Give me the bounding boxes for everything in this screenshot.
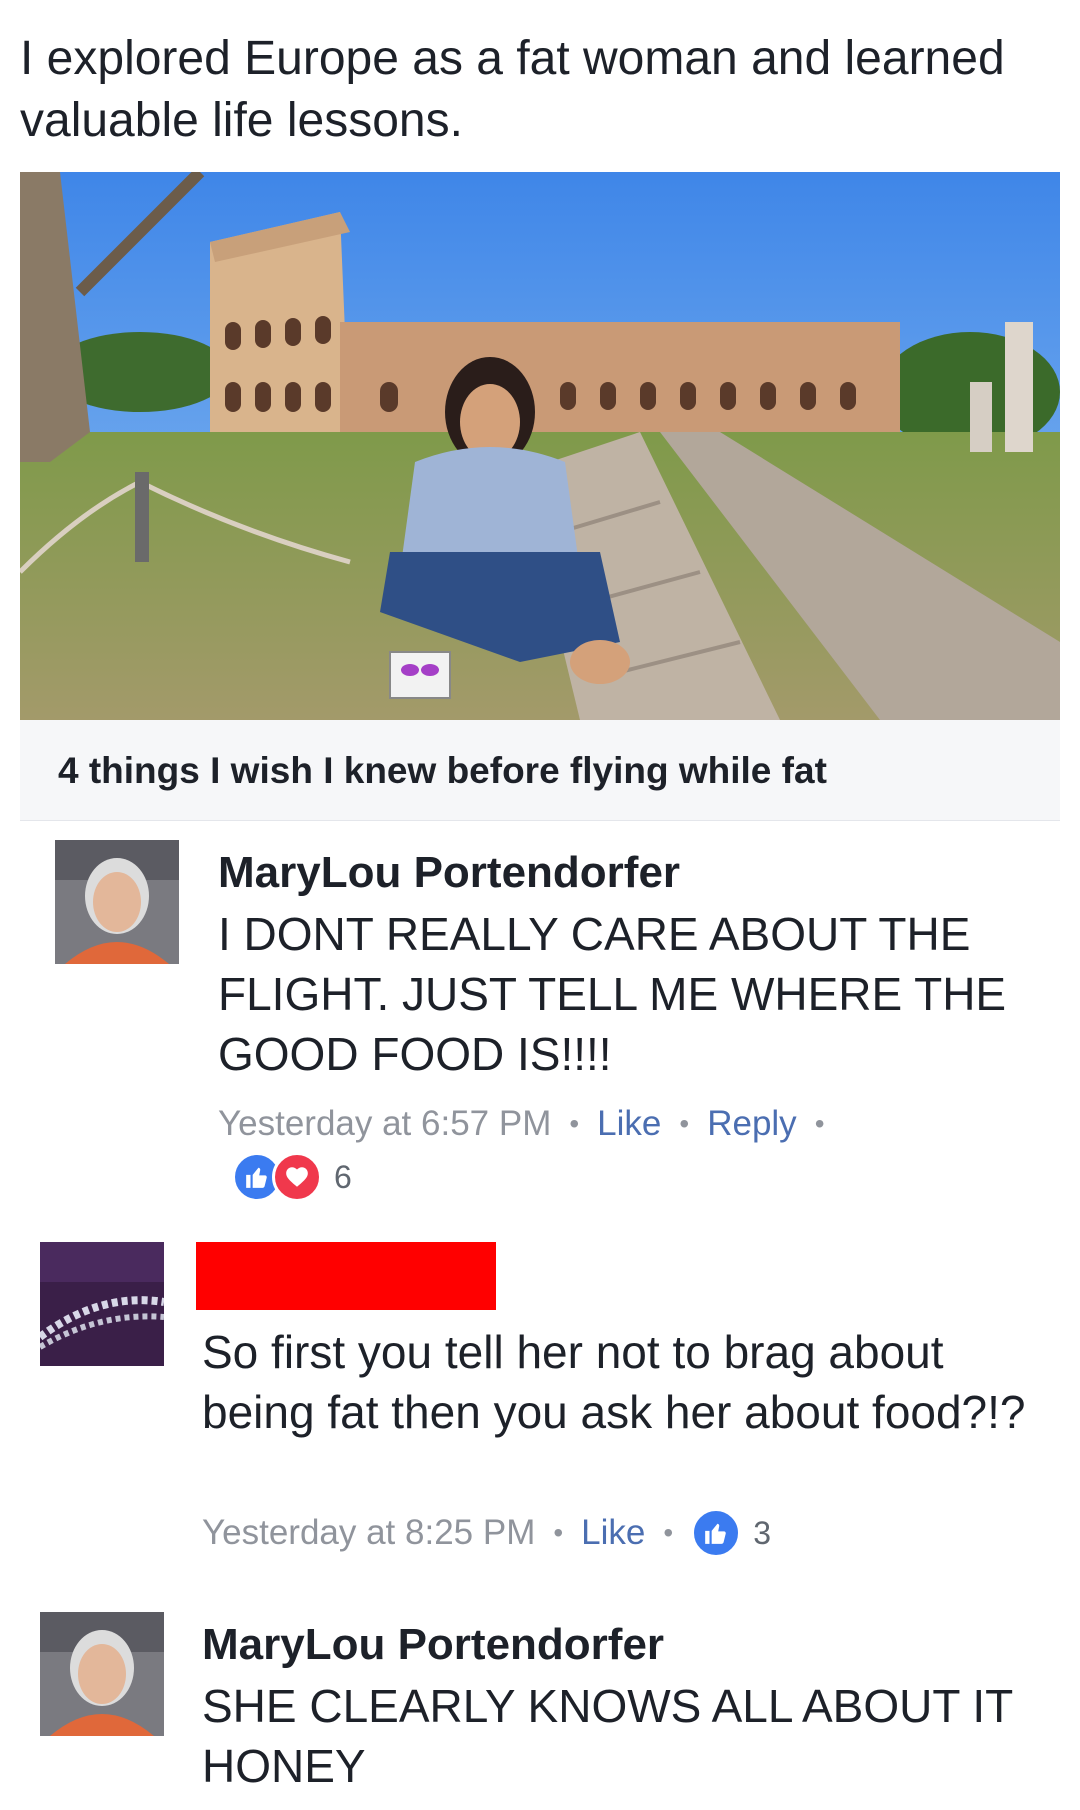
separator-dot: • [553,1517,564,1548]
separator-dot: • [663,1517,674,1548]
reaction-summary[interactable]: 3 [691,1508,771,1558]
reaction-count: 6 [334,1158,352,1195]
link-title[interactable]: 4 things I wish I knew before flying whi… [58,750,827,792]
reaction-count: 3 [753,1514,771,1551]
post-text: I explored Europe as a fat woman and lea… [20,32,1005,147]
comment-author[interactable]: MaryLou Portendorfer [218,848,680,898]
love-icon [272,1152,322,1202]
comment-meta: Yesterday at 6:57 PM • Like • Reply • [218,1104,843,1144]
like-icon [691,1508,742,1558]
separator-dot: • [679,1108,690,1139]
reply-button[interactable]: Reply [707,1104,796,1144]
avatar[interactable] [40,1242,164,1366]
comment-text: So first you tell her not to brag about … [202,1326,1026,1438]
separator-dot: • [569,1108,580,1139]
reaction-summary[interactable]: 6 [232,1152,352,1202]
avatar[interactable] [55,840,179,964]
link-preview-image[interactable] [20,172,1060,720]
separator-dot: • [814,1108,825,1139]
link-preview-card[interactable]: 4 things I wish I knew before flying whi… [20,172,1060,821]
comment-meta: Yesterday at 8:25 PM • Like • 3 [202,1508,771,1558]
comment-timestamp[interactable]: Yesterday at 8:25 PM [202,1513,535,1553]
comment-text: I DONT REALLY CARE ABOUT THE FLIGHT. JUS… [218,908,1007,1080]
comment-author[interactable]: MaryLou Portendorfer [202,1620,664,1670]
comment-text: SHE CLEARLY KNOWS ALL ABOUT IT HONEY [202,1680,1013,1792]
redacted-author-name [196,1242,496,1310]
like-button[interactable]: Like [581,1513,645,1553]
comment-timestamp[interactable]: Yesterday at 6:57 PM [218,1104,551,1144]
avatar[interactable] [40,1612,164,1736]
like-button[interactable]: Like [597,1104,661,1144]
